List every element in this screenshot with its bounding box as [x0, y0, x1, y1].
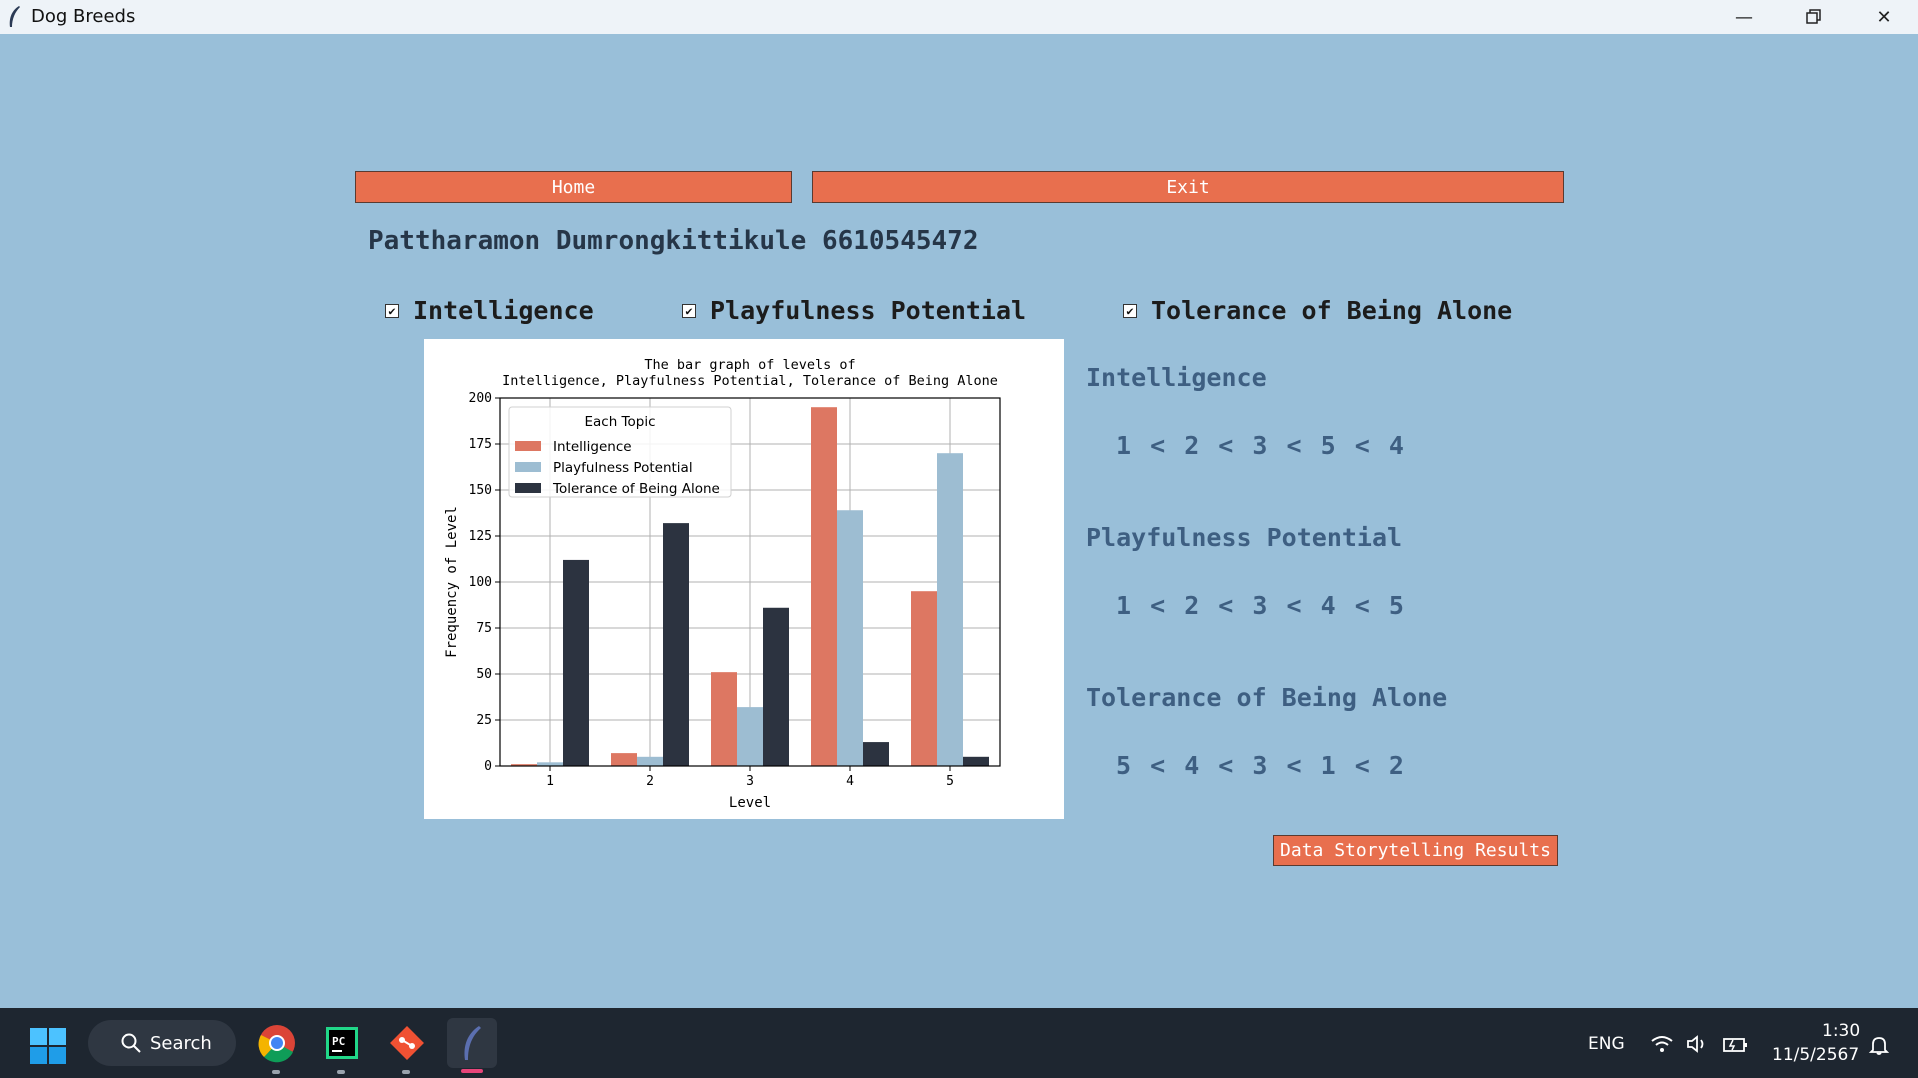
checkbox-label: Tolerance of Being Alone	[1151, 296, 1513, 325]
y-tick-label: 0	[484, 759, 492, 774]
chart-title: The bar graph of levels of	[644, 357, 855, 373]
checkbox-tolerance[interactable]: ✔ Tolerance of Being Alone	[1123, 296, 1512, 325]
y-tick-label: 175	[469, 437, 492, 452]
app-indicator	[402, 1070, 410, 1074]
windows-icon	[30, 1028, 66, 1064]
feather-icon	[9, 6, 20, 27]
wifi-icon[interactable]	[1650, 1034, 1674, 1054]
chrome-icon[interactable]	[252, 1018, 302, 1068]
ranking-title-playfulness: Playfulness Potential	[1086, 523, 1403, 552]
bar	[711, 672, 737, 766]
legend-swatch	[515, 462, 541, 472]
chart-panel: 0 25 50 75 100 125 150 175 200 1 2 3 4 5 The bar graph…	[424, 339, 1064, 819]
title-bar: Dog Breeds — ✕	[0, 0, 1918, 34]
checkbox-intelligence[interactable]: ✔ Intelligence	[385, 296, 594, 325]
bar	[963, 756, 989, 766]
legend-label: Tolerance of Being Alone	[552, 481, 720, 497]
bar	[863, 742, 889, 766]
app-indicator	[337, 1070, 345, 1074]
y-tick-label: 50	[476, 667, 492, 682]
chart-title: Intelligence, Playfulness Potential, Tol…	[502, 373, 998, 389]
exit-button[interactable]: Exit	[812, 171, 1564, 203]
pycharm-icon[interactable]: PC	[317, 1018, 367, 1068]
taskbar-search[interactable]: Search	[88, 1020, 236, 1066]
bar	[611, 753, 637, 766]
search-label: Search	[150, 1032, 212, 1054]
bar	[737, 707, 763, 766]
battery-icon[interactable]	[1722, 1034, 1748, 1054]
ranking-order-intelligence: 1 < 2 < 3 < 5 < 4	[1116, 431, 1406, 460]
legend-label: Intelligence	[553, 439, 632, 455]
window-title: Dog Breeds	[31, 6, 136, 27]
x-tick-label: 5	[946, 774, 954, 789]
app-indicator	[272, 1070, 280, 1074]
y-axis-label: Frequency of Level	[444, 506, 460, 658]
legend-title: Each Topic	[584, 414, 655, 430]
check-icon: ✔	[385, 303, 399, 318]
legend-swatch	[515, 441, 541, 451]
bar	[637, 756, 663, 766]
check-icon: ✔	[1123, 303, 1137, 318]
ranking-order-playfulness: 1 < 2 < 3 < 4 < 5	[1116, 591, 1406, 620]
bar	[663, 523, 689, 766]
volume-icon[interactable]	[1686, 1034, 1710, 1054]
bar-chart: 0 25 50 75 100 125 150 175 200 1 2 3 4 5 The bar graph…	[444, 357, 1001, 811]
storytelling-button[interactable]: Data Storytelling Results	[1273, 835, 1558, 866]
svg-text:PC: PC	[332, 1035, 345, 1048]
notification-bell-icon[interactable]	[1868, 1034, 1890, 1056]
checkbox-label: Intelligence	[413, 296, 594, 325]
close-button[interactable]: ✕	[1854, 0, 1914, 34]
bar	[911, 591, 937, 766]
y-tick-label: 25	[476, 713, 492, 728]
x-tick-label: 4	[846, 774, 854, 789]
bar	[837, 510, 863, 766]
bar	[811, 407, 837, 766]
ranking-order-tolerance: 5 < 4 < 3 < 1 < 2	[1116, 751, 1406, 780]
minimize-icon: —	[1735, 6, 1753, 28]
legend-label: Playfulness Potential	[553, 460, 693, 476]
author-label: Pattharamon Dumrongkittikule 6610545472	[368, 226, 979, 256]
checkbox-playfulness[interactable]: ✔ Playfulness Potential	[682, 296, 1026, 325]
minimize-button[interactable]: —	[1714, 0, 1774, 34]
close-icon: ✕	[1876, 6, 1892, 28]
home-button[interactable]: Home	[355, 171, 792, 203]
active-app-indicator	[461, 1069, 483, 1073]
x-tick-label: 1	[546, 774, 554, 789]
x-tick-label: 2	[646, 774, 654, 789]
ranking-title-tolerance: Tolerance of Being Alone	[1086, 683, 1448, 712]
restore-button[interactable]	[1784, 0, 1844, 34]
clock-time[interactable]: 1:30	[1822, 1021, 1860, 1041]
x-tick-label: 3	[746, 774, 754, 789]
language-indicator[interactable]: ENG	[1588, 1034, 1625, 1054]
start-button[interactable]	[30, 1028, 66, 1068]
git-icon[interactable]	[382, 1018, 432, 1068]
checkbox-label: Playfulness Potential	[710, 296, 1027, 325]
y-tick-label: 125	[469, 529, 492, 544]
y-tick-label: 150	[469, 483, 492, 498]
legend-swatch	[515, 483, 541, 493]
feather-app-icon[interactable]	[447, 1018, 497, 1068]
ranking-title-intelligence: Intelligence	[1086, 363, 1267, 392]
bar	[937, 453, 963, 766]
clock-date[interactable]: 11/5/2567	[1772, 1045, 1859, 1065]
bar	[763, 607, 789, 766]
search-icon	[121, 1033, 141, 1053]
y-tick-label: 75	[476, 621, 492, 636]
y-tick-label: 100	[469, 575, 492, 590]
y-tick-label: 200	[469, 391, 492, 406]
x-axis-label: Level	[729, 795, 771, 811]
bar	[563, 559, 589, 766]
restore-icon	[1806, 9, 1821, 24]
check-icon: ✔	[682, 303, 696, 318]
